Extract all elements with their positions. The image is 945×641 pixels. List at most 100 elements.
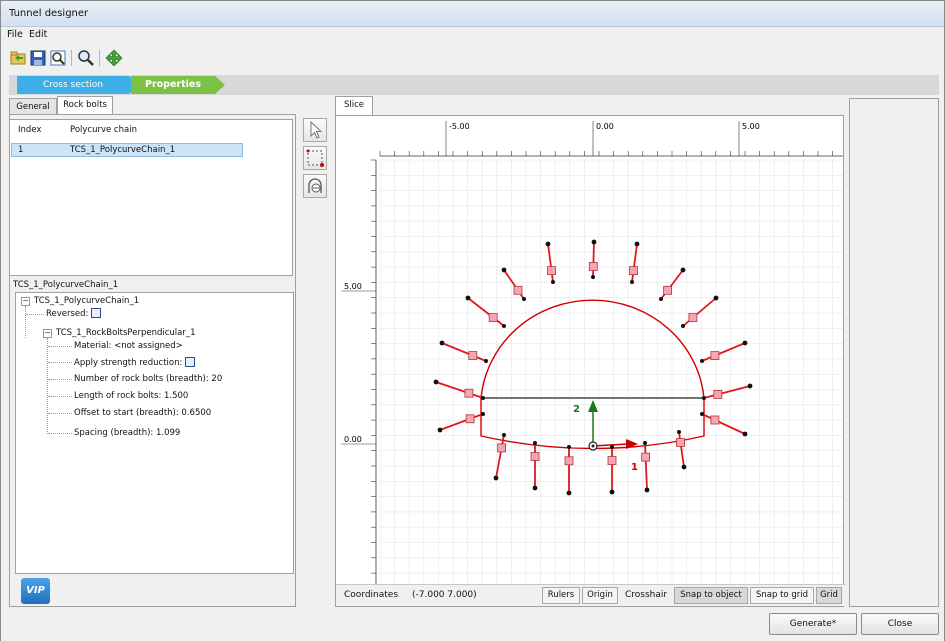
select-pointer-icon[interactable] (303, 118, 327, 142)
toolbar (1, 42, 944, 74)
bolt-start-2 (481, 396, 485, 400)
bolt-plate-4 (488, 313, 498, 323)
bolt-start-16 (610, 445, 614, 449)
bolt-end-9 (680, 267, 686, 273)
bolt-end-18 (532, 485, 538, 491)
crosshair-toggle[interactable]: Crosshair (625, 590, 667, 600)
properties-tree: − TCS_1_PolycurveChain_1 Reversed: − TCS… (15, 292, 294, 574)
close-button[interactable]: Close (861, 613, 939, 635)
ruler-label-0: 0.00 (596, 122, 614, 131)
tree-offset: Offset to start (breadth): 0.6500 (74, 408, 212, 418)
window-title: Tunnel designer (9, 8, 89, 19)
tree-apply-strength: Apply strength reduction: (74, 357, 196, 368)
bolt-start-3 (484, 359, 488, 363)
bolt-plate-7 (588, 262, 598, 271)
bolt-end-17 (566, 490, 572, 496)
bolt-start-1 (481, 412, 485, 416)
step-arrow-icon (215, 76, 225, 94)
open-icon[interactable] (9, 49, 27, 67)
step-cross-section[interactable]: Cross section (17, 76, 129, 94)
table-row[interactable]: 1 TCS_1_PolycurveChain_1 (11, 143, 243, 157)
snap-to-grid-toggle[interactable]: Snap to grid (750, 587, 814, 604)
bolt-plate-16 (607, 456, 617, 465)
bolt-end-4 (465, 295, 471, 301)
bolt-plate-9 (663, 285, 673, 295)
bolt-start-5 (522, 297, 526, 301)
bolt-end-7 (591, 239, 597, 245)
drawing-canvas[interactable]: -5.00 0.00 5.00 5.00 0.00 2 1 Coordinate… (335, 115, 845, 607)
origin-dot (591, 444, 595, 448)
rock-bolt-table[interactable]: Index Polycurve chain 1 TCS_1_PolycurveC… (9, 119, 293, 276)
bolt-end-3 (439, 340, 445, 346)
bolt-plate-1 (465, 414, 475, 424)
tab-slice[interactable]: Slice (335, 96, 373, 115)
bolt-start-10 (681, 324, 685, 328)
canvas-status-bar: Coordinates (-7.000 7.000) Rulers Origin… (336, 584, 845, 606)
menu-bar: File Edit (1, 27, 944, 42)
bolt-plate-14 (676, 438, 685, 447)
zoom-icon[interactable] (77, 49, 95, 67)
bolt-plate-2 (464, 388, 474, 398)
ruler-label-neg5: -5.00 (449, 122, 470, 131)
collapse-icon[interactable]: − (43, 329, 52, 338)
bolt-end-11 (742, 340, 748, 346)
bolt-plate-15 (641, 452, 651, 462)
generate-button[interactable]: Generate* (769, 613, 857, 635)
grid-toggle[interactable]: Grid (816, 587, 842, 604)
zoom-window-icon[interactable] (49, 49, 67, 67)
bolt-start-18 (533, 441, 537, 445)
ruler-label-y0: 0.00 (344, 435, 362, 444)
row-chain: TCS_1_PolycurveChain_1 (70, 145, 176, 155)
bolt-plate-18 (530, 452, 540, 461)
menu-file[interactable]: File (7, 29, 23, 40)
canvas-svg[interactable]: -5.00 0.00 5.00 5.00 0.00 2 1 (336, 116, 843, 584)
column-header-polycurve-chain[interactable]: Polycurve chain (70, 120, 137, 140)
bolt-end-1 (437, 427, 443, 433)
snap-to-object-toggle[interactable]: Snap to object (674, 587, 748, 604)
coordinates-value: (-7.000 7.000) (412, 590, 477, 600)
ruler-label-5: 5.00 (742, 122, 760, 131)
bolt-plate-11 (710, 351, 720, 361)
axis-label-2: 2 (573, 404, 580, 415)
pan-icon[interactable] (105, 49, 123, 67)
title-bar: Tunnel designer (1, 1, 944, 27)
apply-strength-checkbox[interactable] (185, 357, 196, 367)
bolt-end-19 (493, 475, 499, 481)
apply-strength-label: Apply strength reduction: (74, 358, 183, 368)
rulers-toggle[interactable]: Rulers (542, 587, 580, 604)
step-properties[interactable]: Properties (131, 76, 215, 94)
menu-edit[interactable]: Edit (29, 29, 47, 40)
bolt-start-7 (591, 275, 595, 279)
bolt-end-10 (713, 295, 719, 301)
tree-root[interactable]: TCS_1_PolycurveChain_1 (34, 296, 139, 306)
tree-length-bolts: Length of rock bolts: 1.500 (74, 391, 189, 401)
bolt-start-11 (700, 359, 704, 363)
dialog-button-bar: Generate* Close (1, 609, 944, 641)
properties-group-label: TCS_1_PolycurveChain_1 (13, 280, 119, 290)
wizard-step-bar: Cross section Properties (9, 75, 939, 95)
save-icon[interactable] (29, 49, 47, 67)
bolt-start-15 (643, 441, 647, 445)
bolt-start-8 (630, 280, 634, 284)
ruler-label-y5: 5.00 (344, 282, 362, 291)
bolt-plate-3 (468, 351, 478, 361)
right-side-panel (849, 98, 939, 607)
vip-badge[interactable]: VIP (21, 578, 50, 604)
bolt-end-14 (681, 464, 687, 470)
tree-spacing: Spacing (breadth): 1.099 (74, 428, 181, 438)
rectangle-select-icon[interactable] (303, 146, 327, 170)
reversed-label: Reversed: (46, 309, 89, 319)
bolt-plate-17 (564, 456, 574, 466)
reversed-checkbox[interactable] (91, 308, 102, 318)
origin-toggle[interactable]: Origin (582, 587, 618, 604)
tab-general[interactable]: General (9, 98, 57, 115)
bolt-start-14 (677, 430, 681, 434)
bolt-start-13 (700, 412, 704, 416)
tunnel-shape-icon[interactable] (303, 174, 327, 198)
column-header-index[interactable]: Index (18, 120, 41, 140)
axis-label-1: 1 (631, 462, 638, 473)
collapse-icon[interactable]: − (21, 297, 30, 306)
tree-node-rockbolts[interactable]: TCS_1_RockBoltsPerpendicular_1 (56, 328, 196, 338)
bolt-plate-6 (547, 266, 556, 276)
tab-rock-bolts[interactable]: Rock bolts (57, 96, 113, 115)
